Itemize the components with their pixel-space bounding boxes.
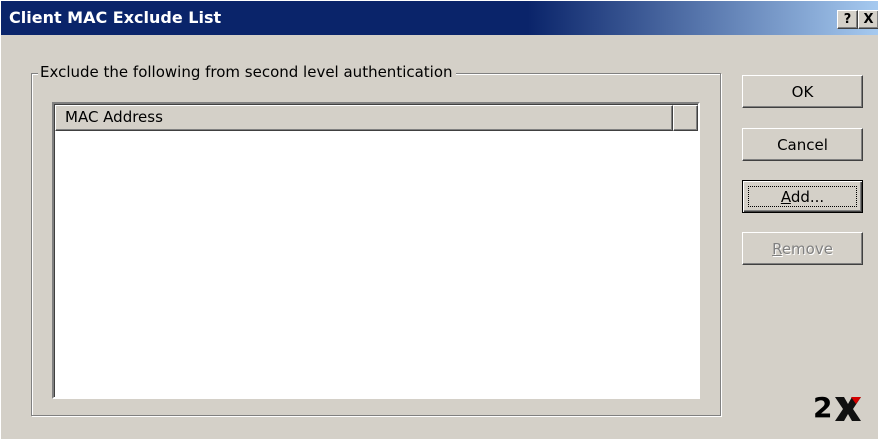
- 2x-logo-icon: 2: [813, 391, 861, 423]
- add-button[interactable]: Add...: [742, 180, 863, 213]
- close-button[interactable]: X: [858, 10, 878, 29]
- remove-label-rest: emove: [781, 239, 833, 258]
- add-accelerator: A: [780, 187, 791, 206]
- cancel-button[interactable]: Cancel: [742, 128, 863, 161]
- remove-button[interactable]: Remove: [742, 232, 863, 265]
- mac-address-list[interactable]: MAC Address: [52, 102, 700, 399]
- column-header-filler: [673, 105, 698, 131]
- title-bar[interactable]: Client MAC Exclude List ? X: [1, 1, 878, 35]
- list-header: MAC Address: [55, 105, 698, 131]
- dialog-window: Client MAC Exclude List ? X Exclude the …: [0, 0, 878, 439]
- column-header-mac-address[interactable]: MAC Address: [55, 105, 673, 131]
- add-label-rest: dd...: [790, 187, 825, 206]
- help-icon: ?: [843, 12, 852, 27]
- logo-digit: 2: [813, 391, 832, 423]
- groupbox-legend: Exclude the following from second level …: [38, 63, 456, 81]
- remove-accelerator: R: [772, 239, 782, 258]
- close-icon: X: [863, 12, 874, 27]
- window-title: Client MAC Exclude List: [9, 8, 222, 27]
- add-button-label: Add...: [781, 188, 824, 206]
- ok-button[interactable]: OK: [742, 75, 863, 108]
- help-button[interactable]: ?: [837, 10, 858, 29]
